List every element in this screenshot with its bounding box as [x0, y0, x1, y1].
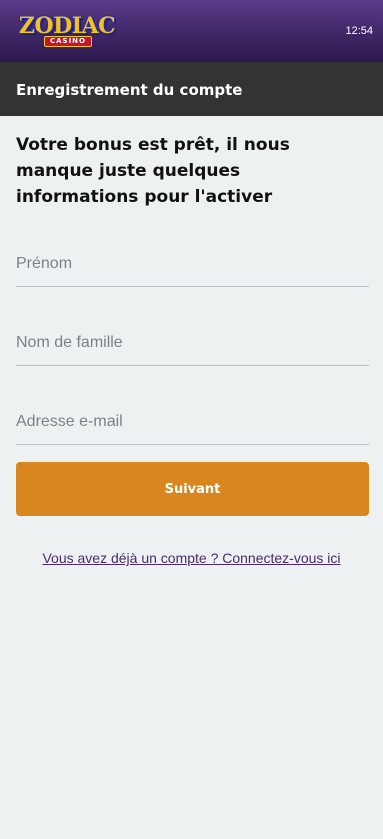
- email-field[interactable]: [16, 399, 369, 445]
- first-name-field[interactable]: [16, 241, 369, 287]
- last-name-field[interactable]: [16, 320, 369, 366]
- logo-subtitle: CASINO: [44, 36, 92, 47]
- status-time: 12:54: [345, 25, 373, 37]
- login-link[interactable]: Vous avez déjà un compte ? Connectez-vou…: [0, 549, 383, 567]
- page-title: Enregistrement du compte: [16, 81, 243, 99]
- form-heading: Votre bonus est prêt, il nous manque jus…: [16, 135, 290, 207]
- next-button[interactable]: Suivant: [16, 462, 369, 516]
- logo-wordmark: ZODIAC: [18, 13, 116, 39]
- top-header: ZODIAC CASINO 12:54: [0, 0, 383, 62]
- page-titlebar: Enregistrement du compte: [0, 62, 383, 116]
- zodiac-casino-logo[interactable]: ZODIAC CASINO: [16, 14, 118, 48]
